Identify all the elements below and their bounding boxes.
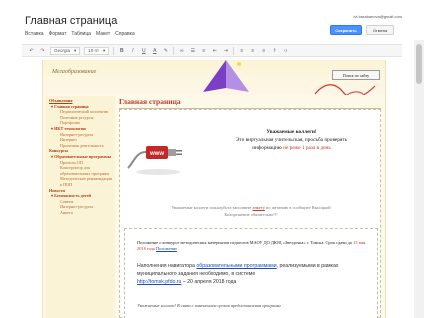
- news2-link[interactable]: http://tomsk.pfdo.ru: [137, 279, 181, 285]
- notice-part-2: по питанию в сообщите Высоцкой: [265, 205, 331, 210]
- welcome-title: Уважаемые коллеги!: [266, 129, 317, 135]
- align-right-icon[interactable]: ≡: [260, 47, 267, 54]
- survey-link[interactable]: анкету: [253, 205, 265, 210]
- welcome-line-2a: информацию: [252, 145, 282, 151]
- red-curve-decoration: [314, 84, 376, 95]
- notice-part-1: Уважаемые коллеги пожалуйста заполните: [171, 205, 252, 210]
- scrollbar[interactable]: [414, 40, 424, 318]
- news-box: Положение о конкурсе методических матери…: [124, 228, 378, 318]
- underline-icon[interactable]: U: [140, 47, 147, 54]
- toolbar-divider: [233, 46, 235, 55]
- undo-icon[interactable]: ↶: [28, 47, 35, 54]
- main-heading: Главная страница: [119, 97, 381, 109]
- svg-text:www: www: [149, 151, 164, 157]
- font-select[interactable]: Georgia ▾: [50, 46, 81, 55]
- menu-insert[interactable]: Вставка: [25, 31, 44, 37]
- menu-layout[interactable]: Макет: [96, 31, 110, 37]
- news-item-contest: Положение о конкурсе методических матери…: [137, 240, 371, 252]
- align-left-icon[interactable]: ≡: [238, 47, 245, 54]
- menu-bar: Вставка Формат Таблица Макет Справка: [25, 31, 135, 37]
- italic-icon[interactable]: I: [129, 47, 136, 54]
- news1-text: Положение о конкурсе методических матери…: [137, 240, 353, 245]
- clear-formatting-icon[interactable]: Ɨ: [271, 47, 278, 54]
- site-page[interactable]: Мегаобразование Поиск по сайту Объявлени…: [42, 60, 386, 318]
- sidebar-item[interactable]: Анкета: [45, 210, 115, 216]
- notice-part-3: Колорешение обязательно!!!: [224, 211, 278, 217]
- welcome-block: www Уважаемые коллеги! Это виртуальная у…: [126, 116, 376, 186]
- site-name: Мегаобразование: [52, 69, 97, 75]
- content-box[interactable]: www Уважаемые коллеги! Это виртуальная у…: [119, 109, 381, 318]
- formatting-toolbar: ↶ ↷ Georgia ▾ 10 пт ▾ B I U A ✎ ∞ ☰ ≡ ⇤ ⇥ …: [22, 44, 402, 57]
- welcome-text: Уважаемые коллеги! Это виртуальная учите…: [204, 128, 379, 152]
- redo-icon[interactable]: ↷: [39, 47, 46, 54]
- bulleted-list-icon[interactable]: ≡: [200, 47, 207, 54]
- news1-link[interactable]: Положение: [156, 246, 177, 251]
- document-title[interactable]: Главная страница: [25, 15, 117, 27]
- sidebar-item[interactable]: Методические рекомендации к ПОП: [45, 176, 115, 187]
- news2-text-a: Наполнения навигатора: [137, 263, 195, 269]
- news3-text: Уважаемые коллеги! В связи с изменением …: [137, 303, 281, 308]
- search-site-button[interactable]: Поиск по сайту: [332, 70, 380, 80]
- user-email[interactable]: ivt.barabanova@gmail.com: [353, 14, 402, 19]
- chevron-down-icon: ▾: [103, 47, 106, 53]
- site-banner: Мегаобразование Поиск по сайту: [43, 60, 385, 95]
- toolbar-divider: [113, 46, 115, 55]
- main-content: Главная страница www Уважаемые коллеги! …: [119, 97, 381, 318]
- cancel-button[interactable]: Отмена: [366, 25, 394, 35]
- font-size-select[interactable]: 10 пт ▾: [84, 46, 110, 55]
- chevron-down-icon: ▾: [74, 47, 77, 53]
- sidebar-item[interactable]: Конструктор для образовательных программ: [45, 165, 115, 176]
- indent-icon[interactable]: ⇥: [222, 47, 229, 54]
- menu-help[interactable]: Справка: [115, 31, 135, 37]
- html-source-icon[interactable]: ‹›: [282, 47, 289, 54]
- link-icon[interactable]: ∞: [178, 47, 185, 54]
- numbered-list-icon[interactable]: ☰: [189, 47, 196, 54]
- bold-icon[interactable]: B: [118, 47, 125, 54]
- editor-header: Главная страница Вставка Формат Таблица …: [0, 0, 424, 40]
- survey-notice: Уважаемые коллеги пожалуйста заполните а…: [120, 205, 382, 218]
- menu-format[interactable]: Формат: [49, 31, 67, 37]
- www-plug-illustration: www: [127, 146, 182, 175]
- font-value: Georgia: [54, 48, 71, 53]
- text-color-icon[interactable]: A: [151, 47, 158, 54]
- news2-text-c: – 20 апреля 2018 года: [181, 279, 237, 285]
- site-sidebar-nav: ОбъявленияГлавная страницаПедагогический…: [45, 96, 115, 318]
- menu-table[interactable]: Таблица: [71, 31, 91, 37]
- save-button[interactable]: Сохранить: [330, 25, 362, 35]
- toolbar-divider: [173, 46, 175, 55]
- news-item-navigator: Наполнения навигатора образовательными п…: [137, 262, 371, 286]
- news-item-deadline: Уважаемые коллеги! В связи с изменением …: [137, 303, 371, 309]
- news2-highlight[interactable]: образовательными программами: [196, 263, 276, 269]
- pyramid-logo: [203, 60, 249, 92]
- align-center-icon[interactable]: ≡: [249, 47, 256, 54]
- welcome-line-1: Это виртуальная учительская, просьба про…: [235, 137, 348, 143]
- scrollbar-thumb[interactable]: [416, 44, 422, 84]
- welcome-line-2b: не реже 1 раза в день: [283, 145, 331, 151]
- outdent-icon[interactable]: ⇤: [211, 47, 218, 54]
- font-size-value: 10 пт: [88, 48, 100, 53]
- highlight-icon[interactable]: ✎: [162, 47, 169, 54]
- sidebar-item[interactable]: Образовательные программы: [45, 154, 115, 160]
